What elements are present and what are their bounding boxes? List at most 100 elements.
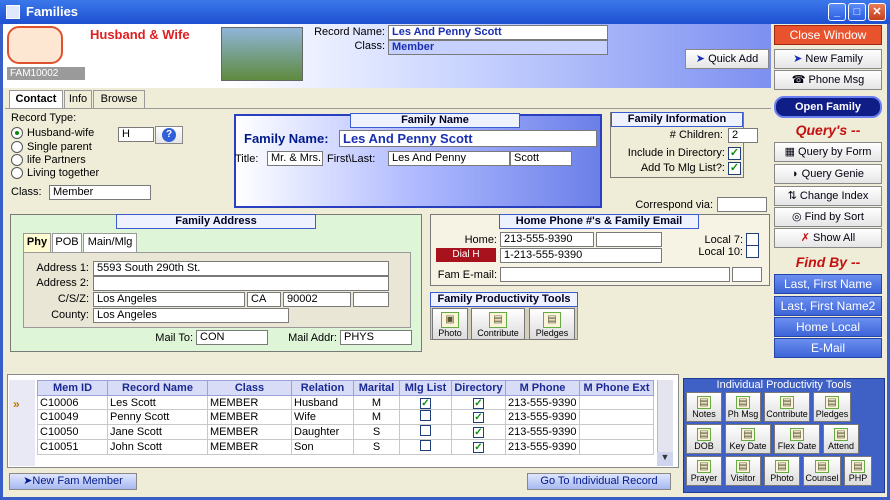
class-input[interactable]: Member <box>49 185 151 200</box>
city-input[interactable]: Los Angeles <box>93 292 245 307</box>
change-index-button[interactable]: ⇅ Change Index <box>774 186 882 206</box>
address1-input[interactable]: 5593 South 290th St. <box>93 261 389 276</box>
last-name-input[interactable]: Scott <box>510 151 572 166</box>
dial-phone-input[interactable]: 1-213-555-9390 <box>500 248 662 263</box>
home-phone-input[interactable]: 213-555-9390 <box>500 232 594 247</box>
find-email-button[interactable]: E-Mail <box>774 338 882 358</box>
query-by-form-button[interactable]: ▦ Query by Form <box>774 142 882 162</box>
tab-phy[interactable]: Phy <box>23 233 51 252</box>
table-cell[interactable]: 213-555-9390 <box>505 395 580 410</box>
row-checkbox[interactable] <box>399 424 452 440</box>
photo-tool-button[interactable]: ▤ Photo <box>764 456 800 486</box>
notes-tool-button[interactable]: ▤ Notes <box>686 392 722 422</box>
dial-home-button[interactable]: Dial H <box>436 248 496 262</box>
counsel-tool-button[interactable]: ▤ Counsel <box>803 456 841 486</box>
table-row[interactable]: C10006 Les Scott MEMBER Husband M ✓ ✓ 213-555-9… <box>37 395 654 410</box>
table-cell[interactable]: C10049 <box>37 409 108 425</box>
radio-husband-wife[interactable] <box>11 127 23 139</box>
new-fam-member-button[interactable]: ➤New Fam Member <box>9 473 137 490</box>
state-input[interactable]: CA <box>247 292 281 307</box>
table-cell[interactable]: MEMBER <box>207 409 292 425</box>
row-checkbox[interactable] <box>399 439 452 455</box>
column-header[interactable]: M Phone <box>505 380 580 396</box>
title-input[interactable]: Mr. & Mrs. <box>267 151 323 166</box>
column-header[interactable]: Mlg List <box>399 380 452 396</box>
local10-checkbox[interactable] <box>746 245 759 258</box>
address2-input[interactable] <box>93 276 389 291</box>
table-cell[interactable]: 213-555-9390 <box>505 409 580 425</box>
find-last-first-button[interactable]: Last, First Name <box>774 274 882 294</box>
row-checkbox[interactable]: ✓ <box>399 395 452 410</box>
first-name-input[interactable]: Les And Penny <box>388 151 510 166</box>
attend-tool-button[interactable]: ▤ Attend <box>823 424 859 454</box>
table-cell[interactable]: MEMBER <box>207 424 292 440</box>
tab-contact[interactable]: Contact <box>9 90 63 109</box>
table-cell[interactable]: Wife <box>291 409 354 425</box>
dob-tool-button[interactable]: ▤ DOB <box>686 424 722 454</box>
row-checkbox[interactable]: ✓ <box>451 409 506 425</box>
column-header[interactable]: Class <box>207 380 292 396</box>
table-cell[interactable] <box>579 395 654 410</box>
show-all-button[interactable]: ✗ Show All <box>774 228 882 248</box>
minimize-button[interactable]: _ <box>828 3 846 21</box>
children-input[interactable]: 2 <box>728 128 758 143</box>
class-field[interactable]: Member <box>388 40 608 55</box>
help-button[interactable]: ? <box>155 126 183 144</box>
column-header[interactable]: M Phone Ext <box>579 380 654 396</box>
key-date-tool-button[interactable]: ▤ Key Date <box>725 424 771 454</box>
table-row[interactable]: C10049 Penny Scott MEMBER Wife M ✓ 213-555-939… <box>37 409 654 425</box>
visitor-tool-button[interactable]: ▤ Visitor <box>725 456 761 486</box>
table-cell[interactable]: Daughter <box>291 424 354 440</box>
pledges-tool-button[interactable]: ▤ Pledges <box>813 392 851 422</box>
radio-life-partners[interactable] <box>11 154 23 166</box>
column-header[interactable]: Directory <box>451 380 506 396</box>
table-cell[interactable]: Husband <box>291 395 354 410</box>
table-cell[interactable]: S <box>353 439 400 455</box>
table-cell[interactable] <box>579 424 654 440</box>
new-family-button[interactable]: ➤ New Family <box>774 49 882 69</box>
row-checkbox[interactable]: ✓ <box>451 424 506 440</box>
find-last-first2-button[interactable]: Last, First Name2 <box>774 296 882 316</box>
table-cell[interactable]: Son <box>291 439 354 455</box>
record-type-code[interactable]: H <box>118 127 154 142</box>
correspond-input[interactable] <box>717 197 767 212</box>
table-cell[interactable]: C10051 <box>37 439 108 455</box>
close-icon[interactable]: ✕ <box>868 3 886 21</box>
table-cell[interactable]: Jane Scott <box>107 424 208 440</box>
phone-msg-button[interactable]: ☎ Phone Msg <box>774 70 882 90</box>
php-tool-button[interactable]: ▤ PHP <box>844 456 872 486</box>
open-family-button[interactable]: Open Family <box>774 96 882 118</box>
table-cell[interactable] <box>579 409 654 425</box>
tab-main-mlg[interactable]: Main/Mlg <box>83 233 137 252</box>
table-cell[interactable]: S <box>353 424 400 440</box>
county-input[interactable]: Los Angeles <box>93 308 289 323</box>
family-photo-button[interactable]: ▣ Photo <box>432 308 468 340</box>
find-home-local-button[interactable]: Home Local <box>774 317 882 337</box>
ph-msg-tool-button[interactable]: ▤ Ph Msg <box>725 392 761 422</box>
record-name-field[interactable]: Les And Penny Scott <box>388 25 608 40</box>
contribute-tool-button[interactable]: ▤ Contribute <box>764 392 810 422</box>
zip-input[interactable]: 90002 <box>283 292 351 307</box>
table-cell[interactable]: C10006 <box>37 395 108 410</box>
table-cell[interactable]: M <box>353 409 400 425</box>
email-input[interactable] <box>500 267 730 282</box>
quick-add-button[interactable]: ➤ Quick Add <box>685 49 769 69</box>
table-cell[interactable]: John Scott <box>107 439 208 455</box>
table-cell[interactable]: M <box>353 395 400 410</box>
row-checkbox[interactable]: ✓ <box>451 439 506 455</box>
directory-checkbox[interactable]: ✓ <box>728 147 741 160</box>
mail-addr-input[interactable]: PHYS <box>340 330 412 345</box>
table-cell[interactable]: 213-555-9390 <box>505 439 580 455</box>
goto-individual-button[interactable]: Go To Individual Record <box>527 473 671 490</box>
column-header[interactable]: Relation <box>291 380 354 396</box>
tab-pob[interactable]: POB <box>52 233 82 252</box>
flex-date-tool-button[interactable]: ▤ Flex Date <box>774 424 820 454</box>
column-header[interactable]: Record Name <box>107 380 208 396</box>
family-contribute-button[interactable]: ▤ Contribute <box>471 308 525 340</box>
row-checkbox[interactable] <box>399 409 452 425</box>
close-window-button[interactable]: Close Window <box>774 25 882 45</box>
table-cell[interactable]: MEMBER <box>207 439 292 455</box>
table-row[interactable]: C10051 John Scott MEMBER Son S ✓ 213-555-9390 <box>37 439 654 455</box>
radio-living-together[interactable] <box>11 167 23 179</box>
tab-browse[interactable]: Browse <box>93 90 145 109</box>
